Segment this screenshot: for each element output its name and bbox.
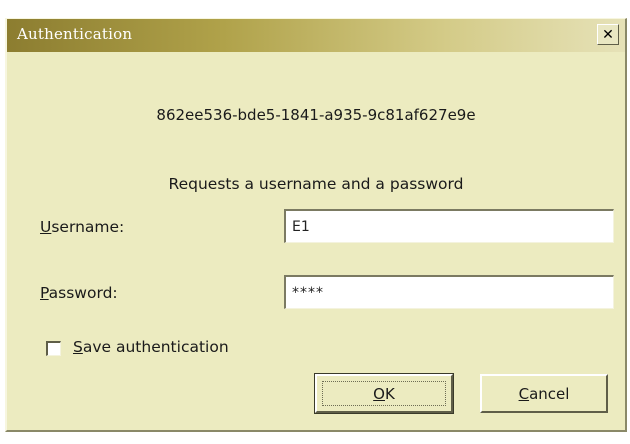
save-authentication-label[interactable]: Save authentication xyxy=(73,338,229,356)
save-authentication-checkbox[interactable] xyxy=(46,341,61,356)
ok-button[interactable]: OK xyxy=(314,373,454,414)
close-icon: ✕ xyxy=(602,26,614,43)
username-field[interactable] xyxy=(284,209,614,243)
dialog-title: Authentication xyxy=(17,25,133,43)
cancel-button[interactable]: Cancel xyxy=(480,374,608,413)
focus-rectangle xyxy=(322,381,446,406)
authentication-dialog: Authentication ✕ 862ee536-bde5-1841-a935… xyxy=(5,18,627,432)
password-label: Password: xyxy=(40,284,118,302)
cancel-button-label: Cancel xyxy=(518,384,570,403)
title-bar[interactable]: Authentication ✕ xyxy=(7,19,625,52)
username-label: Username: xyxy=(40,218,125,236)
close-button[interactable]: ✕ xyxy=(597,24,619,45)
server-id-text: 862ee536-bde5-1841-a935-9c81af627e9e xyxy=(156,106,476,124)
prompt-text: Requests a username and a password xyxy=(168,175,464,193)
password-field[interactable] xyxy=(284,275,614,309)
